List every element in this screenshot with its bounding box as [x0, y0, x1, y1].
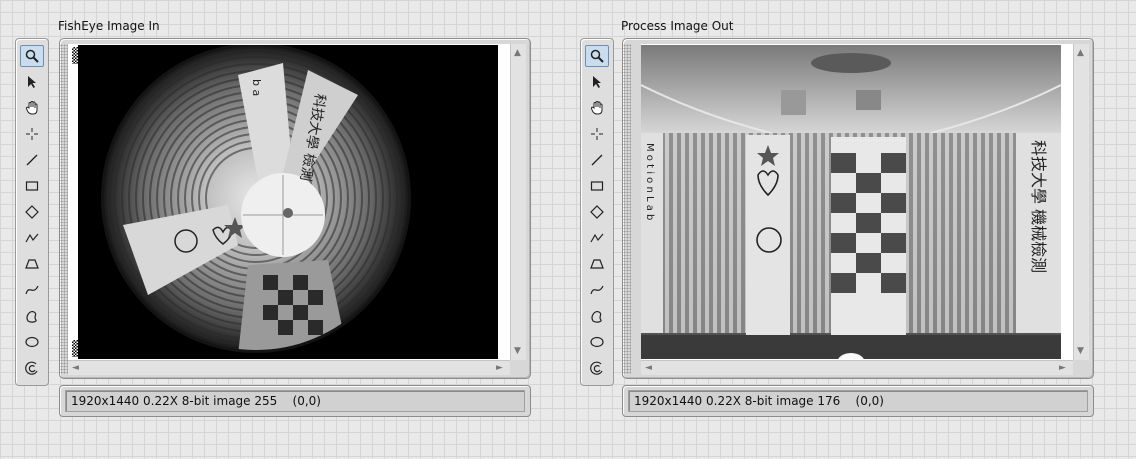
rectangle-icon	[25, 181, 39, 191]
left-image-display: b a 科技大學 檢測 ▲ ▼ ◄ ►	[59, 38, 531, 379]
pointer-icon	[593, 76, 601, 88]
scroll-left-arrow[interactable]: ◄	[645, 363, 652, 373]
right-image-display: M o t i o n L a b 科技大學 機械檢測 ▲ ▼ ◄ ►	[622, 38, 1094, 379]
pointer-tool[interactable]	[585, 71, 609, 93]
left-sign-letters: b a	[250, 79, 263, 96]
freehand-region-tool[interactable]	[585, 305, 609, 327]
freehand-region-icon	[591, 311, 602, 323]
right-sign-chars: 科技大學 機械檢測	[1029, 140, 1048, 273]
freehand-icon	[25, 285, 39, 295]
polyline-tool[interactable]	[585, 227, 609, 249]
oval-tool[interactable]	[585, 331, 609, 353]
annulus-icon	[25, 361, 38, 375]
crosshair-point-icon	[26, 128, 38, 140]
polyline-icon	[590, 233, 604, 243]
freehand-region-icon	[26, 311, 37, 323]
scroll-right-arrow[interactable]: ►	[496, 363, 503, 373]
annulus-icon	[590, 361, 603, 375]
left-status-bar: 1920x1440 0.22X 8-bit image 255 (0,0)	[59, 385, 531, 417]
left-image-title: FishEye Image In	[58, 19, 160, 33]
scroll-up-arrow[interactable]: ▲	[1077, 48, 1084, 58]
left-vertical-scrollbar[interactable]: ▲ ▼	[510, 44, 526, 360]
right-status-bar: 1920x1440 0.22X 8-bit image 176 (0,0)	[622, 385, 1094, 417]
scroll-right-arrow[interactable]: ►	[1059, 363, 1066, 373]
left-tool-palette	[15, 38, 49, 386]
annulus-tool[interactable]	[20, 357, 44, 379]
line-icon	[26, 154, 38, 166]
freehand-line-tool[interactable]	[585, 279, 609, 301]
point-tool[interactable]	[20, 123, 44, 145]
right-tool-palette	[580, 38, 614, 386]
dewarped-image: M o t i o n L a b 科技大學 機械檢測	[641, 45, 1061, 359]
oval-tool[interactable]	[20, 331, 44, 353]
scroll-left-arrow[interactable]: ◄	[72, 363, 79, 373]
line-tool[interactable]	[585, 149, 609, 171]
polygon-tool[interactable]	[20, 253, 44, 275]
line-tool[interactable]	[20, 149, 44, 171]
point-tool[interactable]	[585, 123, 609, 145]
oval-icon	[590, 336, 604, 348]
polygon-icon	[25, 259, 39, 269]
right-image-viewport[interactable]: M o t i o n L a b 科技大學 機械檢測	[641, 44, 1073, 360]
grip-dots	[623, 44, 631, 374]
polyline-icon	[25, 233, 39, 243]
zoom-icon	[25, 49, 39, 63]
right-status-text: 1920x1440 0.22X 8-bit image 176 (0,0)	[628, 390, 1088, 412]
zoom-tool[interactable]	[20, 45, 44, 67]
zoom-tool[interactable]	[585, 45, 609, 67]
rotated-rectangle-icon	[590, 205, 604, 219]
right-sign-letters: M o t i o n L a b	[644, 143, 655, 220]
fisheye-image: b a 科技大學 檢測	[78, 45, 498, 359]
scroll-down-arrow[interactable]: ▼	[514, 346, 521, 356]
crosshair-point-icon	[591, 128, 603, 140]
annulus-tool[interactable]	[585, 357, 609, 379]
rotated-rectangle-tool[interactable]	[585, 201, 609, 223]
rotated-rectangle-tool[interactable]	[20, 201, 44, 223]
right-vertical-scrollbar[interactable]: ▲ ▼	[1073, 44, 1089, 360]
polygon-tool[interactable]	[585, 253, 609, 275]
scroll-up-arrow[interactable]: ▲	[514, 48, 521, 58]
polygon-icon	[590, 259, 604, 269]
pan-hand-icon	[25, 101, 38, 115]
left-status-text: 1920x1440 0.22X 8-bit image 255 (0,0)	[65, 390, 525, 412]
rotated-rectangle-icon	[25, 205, 39, 219]
pan-hand-icon	[590, 101, 603, 115]
right-image-title: Process Image Out	[621, 19, 734, 33]
pointer-tool[interactable]	[20, 71, 44, 93]
scroll-down-arrow[interactable]: ▼	[1077, 346, 1084, 356]
grip-dots	[60, 44, 68, 374]
oval-icon	[25, 336, 39, 348]
pan-tool[interactable]	[20, 97, 44, 119]
pan-tool[interactable]	[585, 97, 609, 119]
rectangle-tool[interactable]	[585, 175, 609, 197]
polyline-tool[interactable]	[20, 227, 44, 249]
freehand-icon	[590, 285, 604, 295]
pointer-icon	[28, 76, 36, 88]
left-image-viewport[interactable]: b a 科技大學 檢測	[68, 44, 510, 360]
rectangle-icon	[590, 181, 604, 191]
freehand-region-tool[interactable]	[20, 305, 44, 327]
left-horizontal-scrollbar[interactable]: ◄ ►	[68, 360, 510, 375]
rectangle-tool[interactable]	[20, 175, 44, 197]
freehand-line-tool[interactable]	[20, 279, 44, 301]
line-icon	[591, 154, 603, 166]
zoom-icon	[590, 49, 604, 63]
right-horizontal-scrollbar[interactable]: ◄ ►	[641, 360, 1073, 375]
